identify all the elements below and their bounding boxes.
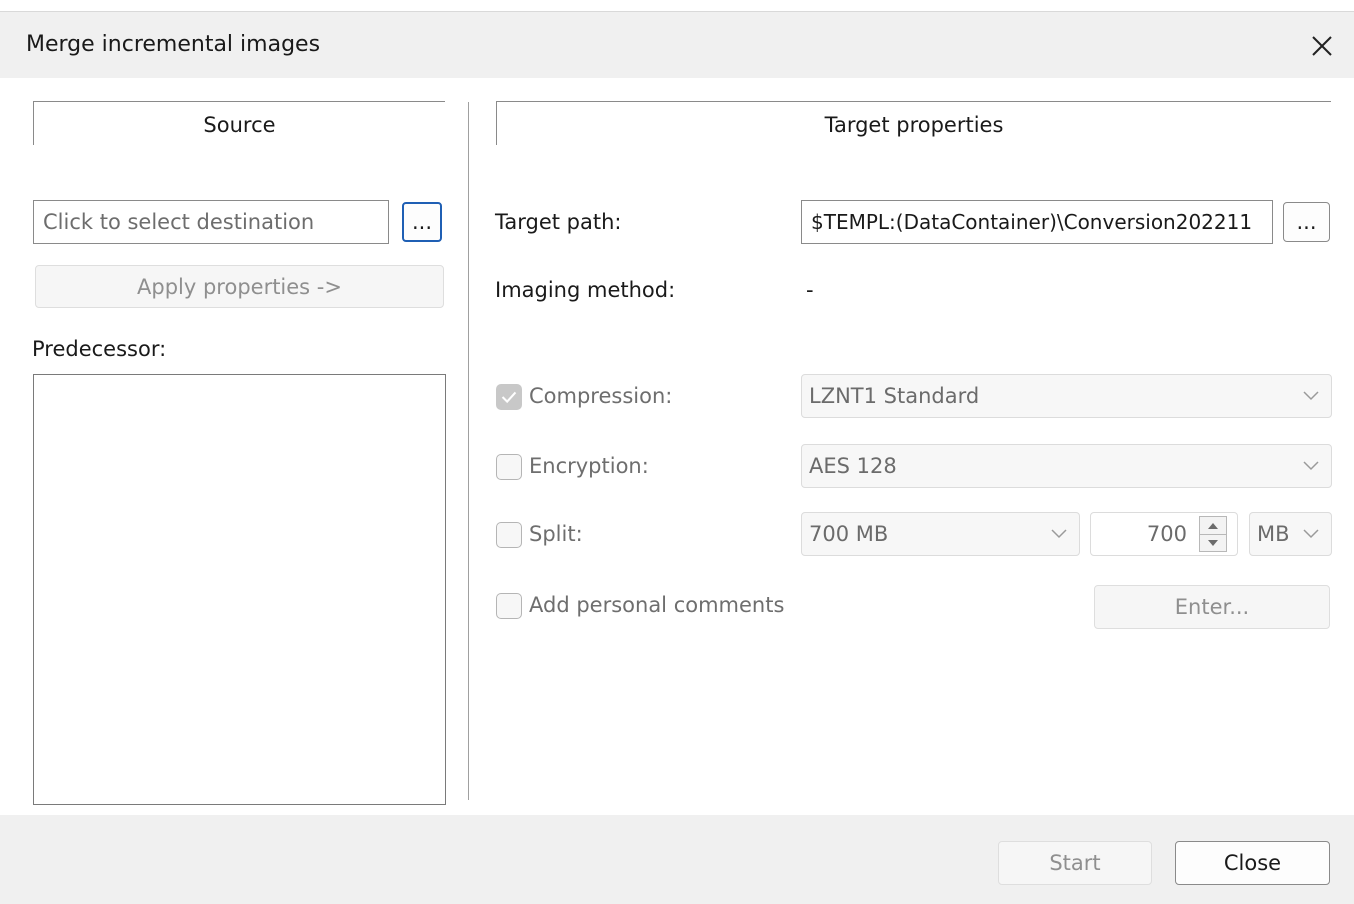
arrow-down-icon[interactable]	[1200, 535, 1226, 552]
split-size-select[interactable]: 700 MB	[801, 512, 1080, 556]
chevron-down-icon	[1051, 529, 1067, 539]
dialog-title: Merge incremental images	[26, 32, 321, 57]
dialog-footer: Start Close	[0, 815, 1354, 904]
target-properties-header: Target properties	[496, 101, 1331, 145]
destination-placeholder: Click to select destination	[43, 210, 315, 234]
chevron-down-icon	[1303, 391, 1319, 401]
merge-incremental-images-dialog: Merge incremental images Source Click to…	[0, 0, 1354, 904]
encryption-value: AES 128	[809, 454, 897, 478]
apply-properties-label: Apply properties ->	[137, 274, 342, 299]
encryption-label: Encryption:	[529, 454, 649, 478]
split-size-value: 700 MB	[809, 522, 889, 546]
encryption-checkbox[interactable]	[496, 454, 522, 480]
predecessor-list[interactable]	[33, 374, 446, 805]
compression-select[interactable]: LZNT1 Standard	[801, 374, 1332, 418]
arrow-up-icon[interactable]	[1200, 517, 1226, 534]
dialog-content: Source Click to select destination ... A…	[0, 78, 1354, 815]
imaging-method-label: Imaging method:	[495, 278, 676, 302]
enter-comments-button[interactable]: Enter...	[1094, 585, 1330, 629]
split-amount-stepper[interactable]: 700	[1090, 512, 1238, 556]
predecessor-label: Predecessor:	[32, 337, 167, 361]
imaging-method-value: -	[806, 278, 814, 302]
close-button[interactable]: Close	[1175, 841, 1330, 885]
split-label: Split:	[529, 522, 583, 546]
checkmark-icon	[501, 391, 517, 404]
target-path-label: Target path:	[495, 210, 622, 234]
split-checkbox[interactable]	[496, 522, 522, 548]
encryption-select[interactable]: AES 128	[801, 444, 1332, 488]
comments-checkbox[interactable]	[496, 593, 522, 619]
compression-value: LZNT1 Standard	[809, 384, 980, 408]
chevron-down-icon	[1303, 461, 1319, 471]
start-button[interactable]: Start	[998, 841, 1152, 885]
background-window-strip	[0, 0, 1354, 12]
title-bar: Merge incremental images	[0, 12, 1354, 78]
target-path-input[interactable]: $TEMPL:(DataContainer)\Conversion202211	[801, 200, 1273, 244]
comments-label: Add personal comments	[529, 593, 785, 617]
source-browse-button[interactable]: ...	[402, 202, 442, 242]
close-icon[interactable]	[1306, 30, 1338, 62]
target-browse-button[interactable]: ...	[1283, 202, 1330, 242]
compression-checkbox[interactable]	[496, 384, 522, 410]
source-header: Source	[33, 101, 445, 145]
destination-input[interactable]: Click to select destination	[33, 200, 389, 244]
chevron-down-icon	[1303, 529, 1319, 539]
column-divider	[468, 102, 469, 800]
spin-arrows[interactable]	[1199, 516, 1227, 552]
split-amount-value: 700	[1146, 522, 1187, 546]
apply-properties-button[interactable]: Apply properties ->	[35, 265, 444, 308]
compression-label: Compression:	[529, 384, 673, 408]
split-unit-select[interactable]: MB	[1249, 512, 1332, 556]
split-unit-value: MB	[1257, 522, 1290, 546]
target-path-value: $TEMPL:(DataContainer)\Conversion202211	[811, 210, 1253, 234]
